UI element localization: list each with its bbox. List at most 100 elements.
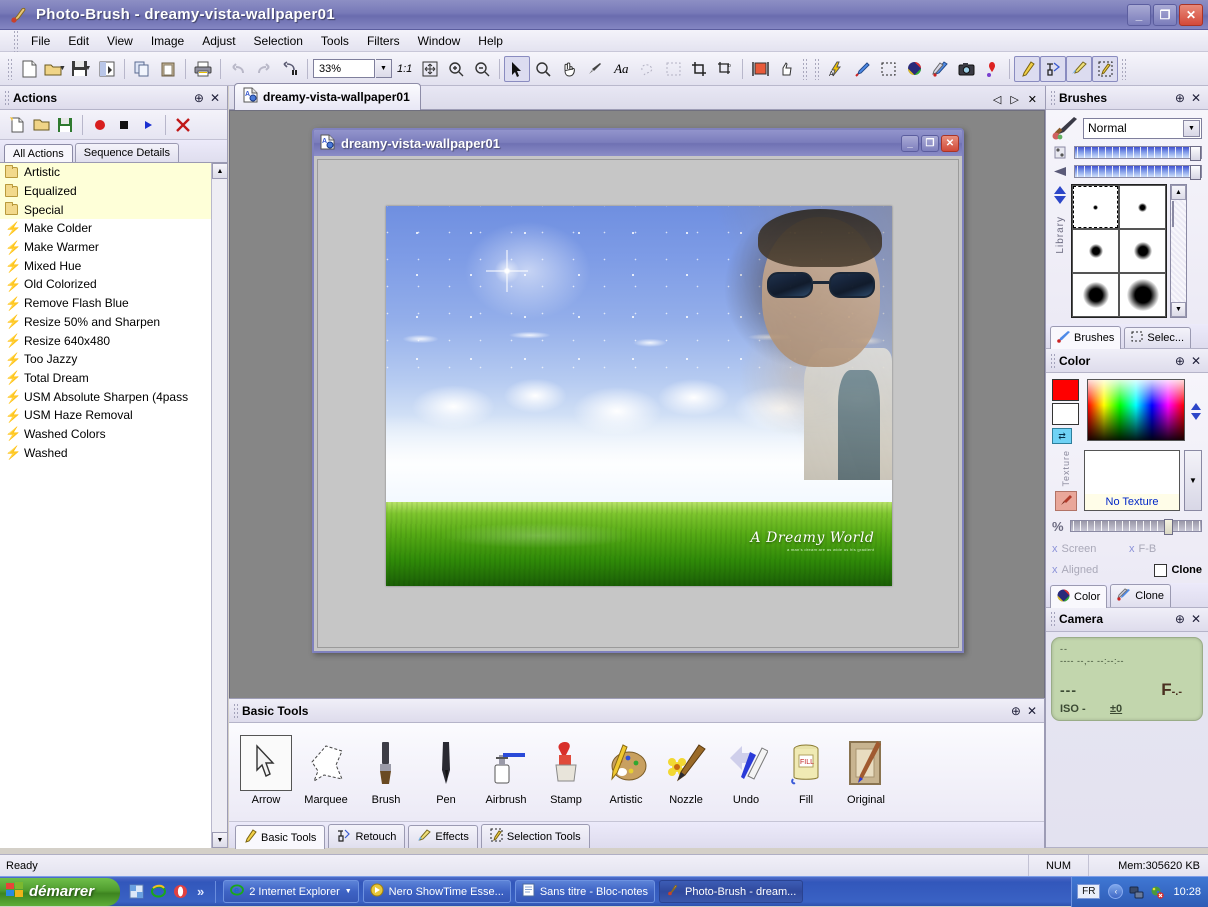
- option-fb[interactable]: x F-B: [1129, 543, 1202, 555]
- open-file-icon[interactable]: ▼: [42, 56, 68, 82]
- print-icon[interactable]: [190, 56, 216, 82]
- list-item[interactable]: ⚡ Resize 50% and Sharpen: [0, 313, 211, 332]
- task-button[interactable]: Nero ShowTime Esse...: [362, 880, 511, 903]
- magnifier-tool-icon[interactable]: [530, 56, 556, 82]
- tray-expand-icon[interactable]: ‹: [1108, 884, 1124, 899]
- tab-brushes[interactable]: Brushes: [1050, 326, 1122, 349]
- open-action-icon[interactable]: [30, 114, 52, 136]
- thumb-icon[interactable]: [773, 56, 799, 82]
- quick-launch-overflow-icon[interactable]: »: [194, 884, 207, 899]
- brush-opacity-slider[interactable]: [1074, 164, 1202, 180]
- redo-icon[interactable]: [251, 56, 277, 82]
- tab-selection-tools[interactable]: Selection Tools: [480, 824, 590, 848]
- foreground-color-swatch[interactable]: [1052, 379, 1079, 401]
- tool-artistic[interactable]: Artistic: [597, 733, 655, 806]
- brush-cell[interactable]: [1119, 185, 1166, 229]
- auto-levels-icon[interactable]: A: [823, 56, 849, 82]
- pin-icon[interactable]: ⊕: [194, 92, 204, 104]
- toolbar-overflow-grip[interactable]: [802, 57, 809, 80]
- image-canvas[interactable]: A Dreamy World a man's dream are as wide…: [386, 206, 892, 586]
- checkbox-x-icon[interactable]: x: [1052, 564, 1058, 576]
- copy-icon[interactable]: [129, 56, 155, 82]
- tool-pen[interactable]: Pen: [417, 733, 475, 806]
- language-indicator[interactable]: FR: [1077, 884, 1101, 899]
- stop-icon[interactable]: [113, 114, 135, 136]
- image-window-title-bar[interactable]: A dreamy-vista-wallpaper01 _ ❐ ✕: [314, 130, 962, 156]
- menu-grip[interactable]: [13, 29, 19, 52]
- menu-file[interactable]: File: [22, 31, 59, 51]
- lasso-tool-icon[interactable]: [634, 56, 660, 82]
- clone-checkbox[interactable]: [1154, 563, 1168, 577]
- show-desktop-icon[interactable]: [128, 883, 145, 900]
- panel-grip[interactable]: [1050, 89, 1055, 106]
- internet-explorer-icon[interactable]: e: [150, 883, 167, 900]
- brush-cell[interactable]: [1119, 229, 1166, 273]
- image-minimize-button[interactable]: _: [901, 134, 919, 152]
- paint-brush-icon[interactable]: [849, 56, 875, 82]
- opera-icon[interactable]: [172, 883, 189, 900]
- red-pin-icon[interactable]: [979, 56, 1005, 82]
- retouch-icon[interactable]: [1040, 55, 1067, 82]
- scroll-up-icon[interactable]: ▲: [1171, 185, 1186, 200]
- close-icon[interactable]: ✕: [1027, 705, 1037, 717]
- zoom-in-icon[interactable]: [443, 56, 469, 82]
- menu-tools[interactable]: Tools: [312, 31, 358, 51]
- fit-to-window-icon[interactable]: [417, 56, 443, 82]
- list-item[interactable]: ⚡ Resize 640x480: [0, 331, 211, 350]
- effects-icon[interactable]: [1066, 55, 1093, 82]
- slider-knob[interactable]: [1164, 519, 1174, 536]
- task-button[interactable]: e 2 Internet Explorer ▼: [223, 880, 359, 903]
- close-icon[interactable]: ✕: [1191, 92, 1201, 104]
- chevron-down-icon[interactable]: ▼: [1183, 119, 1200, 137]
- task-button[interactable]: Sans titre - Bloc-notes: [514, 880, 656, 903]
- menu-view[interactable]: View: [98, 31, 142, 51]
- save-file-icon[interactable]: ▼: [68, 56, 94, 82]
- percent-slider[interactable]: [1069, 519, 1202, 536]
- undo-history-icon[interactable]: [277, 56, 303, 82]
- play-icon[interactable]: [137, 114, 159, 136]
- tab-basic-tools[interactable]: Basic Tools: [235, 825, 326, 849]
- option-screen[interactable]: x Screen: [1052, 543, 1125, 555]
- menu-adjust[interactable]: Adjust: [193, 31, 244, 51]
- toolbar-grip[interactable]: [7, 57, 13, 80]
- brush-mode-select[interactable]: Normal ▼: [1083, 117, 1202, 139]
- menu-selection[interactable]: Selection: [245, 31, 312, 51]
- texture-preview-box[interactable]: No Texture: [1084, 450, 1180, 511]
- start-button[interactable]: démarrer: [0, 877, 120, 906]
- new-document-icon[interactable]: [16, 56, 42, 82]
- tab-selections[interactable]: Selec...: [1124, 327, 1192, 348]
- selection-tools-icon[interactable]: [1092, 55, 1119, 82]
- slider-knob[interactable]: [1190, 164, 1201, 180]
- list-item[interactable]: ⚡ Washed: [0, 443, 211, 462]
- task-dropdown-icon[interactable]: ▼: [345, 888, 352, 895]
- texture-dropdown-icon[interactable]: ▼: [1184, 450, 1202, 511]
- tab-color[interactable]: Color: [1050, 584, 1108, 608]
- tab-all-actions[interactable]: All Actions: [4, 144, 73, 163]
- eyedropper-tool-icon[interactable]: [582, 56, 608, 82]
- list-item[interactable]: ⚡ USM Absolute Sharpen (4pass: [0, 387, 211, 406]
- tool-fill[interactable]: FILL Fill: [777, 733, 835, 806]
- menu-edit[interactable]: Edit: [59, 31, 98, 51]
- color-wheel-icon[interactable]: [901, 56, 927, 82]
- camera-icon[interactable]: [953, 56, 979, 82]
- menu-window[interactable]: Window: [409, 31, 470, 51]
- tool-original[interactable]: Original: [837, 733, 895, 806]
- tool-airbrush[interactable]: Airbrush: [477, 733, 535, 806]
- list-item[interactable]: ⚡ Make Colder: [0, 219, 211, 238]
- panel-grip[interactable]: [1050, 611, 1055, 628]
- undo-icon[interactable]: [225, 56, 251, 82]
- effects-toolbar-grip[interactable]: [814, 57, 821, 80]
- color-up-icon[interactable]: [1191, 403, 1201, 410]
- list-item[interactable]: ⚡ Too Jazzy: [0, 350, 211, 369]
- swap-colors-icon[interactable]: ⇄: [1052, 428, 1072, 444]
- scrollbar-thumb[interactable]: [1172, 201, 1174, 227]
- new-action-icon[interactable]: [6, 114, 28, 136]
- list-item[interactable]: ⚡ Mixed Hue: [0, 256, 211, 275]
- record-icon[interactable]: [89, 114, 111, 136]
- tool-marquee[interactable]: Marquee: [297, 733, 355, 806]
- marquee-tool-icon[interactable]: [660, 56, 686, 82]
- tab-effects[interactable]: Effects: [408, 825, 478, 848]
- brush-cell[interactable]: [1072, 185, 1119, 229]
- actions-list[interactable]: Artistic Equalized Special ⚡ Make Colder …: [0, 162, 227, 848]
- tool-undo[interactable]: Undo: [717, 733, 775, 806]
